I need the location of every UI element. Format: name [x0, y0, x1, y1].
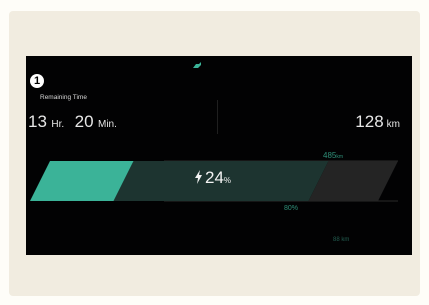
target-range-unit: km [336, 154, 344, 160]
charge-level-value: 24 [205, 168, 224, 187]
target-charge-percent: 80% [284, 205, 299, 212]
bottom-range-label: 88 km [333, 237, 350, 243]
lightning-bolt-icon [195, 170, 202, 184]
charge-level: 24% [194, 168, 231, 188]
target-range-label: 485km [323, 151, 343, 160]
target-range-value: 485 [323, 151, 337, 160]
charge-bar [30, 160, 398, 202]
cluster-display: 1 Remaining Time 13 Hr. 20 Min. 128 km 48… [26, 56, 412, 255]
charge-level-unit: % [223, 176, 232, 185]
